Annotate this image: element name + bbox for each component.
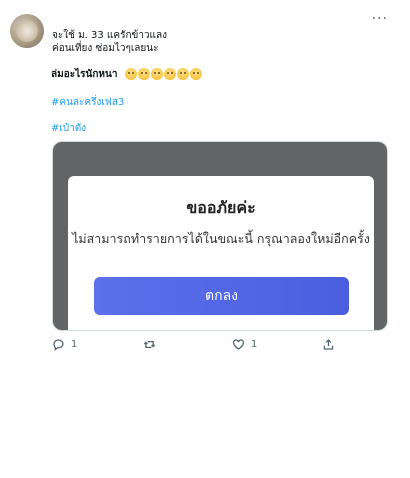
tweet-media-image[interactable]: ขออภัยค่ะ ไม่สามารถทำรายการได้ในขณะนี้ ก…: [52, 141, 388, 331]
share-button[interactable]: [322, 338, 335, 351]
face-emoji-icon: [124, 68, 137, 80]
face-emoji-icon: [137, 68, 150, 80]
hashtag-link[interactable]: #เป๋าตัง: [51, 122, 86, 136]
tweet-text-line1: จะใช้ ม. 33 แครักข้าวแลง: [52, 30, 168, 41]
retweet-button[interactable]: [143, 338, 162, 351]
more-icon[interactable]: ···: [372, 12, 388, 26]
face-emoji-icon: [150, 68, 163, 80]
like-icon: [232, 339, 245, 350]
dialog-ok-button: ตกลง: [94, 277, 349, 315]
like-button[interactable]: 1: [232, 338, 257, 351]
tweet-body-text: ล่มอะไรนักหนา: [51, 69, 118, 80]
tweet-actions: 1 1: [0, 338, 410, 356]
tweet-card[interactable]: ··· จะใช้ ม. 33 แครักข้าวแลง ค่อนเที่ยง …: [0, 0, 410, 478]
avatar[interactable]: [10, 14, 44, 48]
reply-count: 1: [71, 339, 78, 350]
retweet-icon: [143, 341, 156, 348]
reply-button[interactable]: 1: [52, 338, 77, 351]
face-emoji-icon: [176, 68, 189, 80]
like-count: 1: [251, 339, 258, 350]
dialog-title: ขออภัยค่ะ: [186, 198, 256, 217]
reply-icon: [53, 339, 64, 351]
dialog-message: ไม่สามารถทำรายการได้ในขณะนี้ กรุณาลองใหม…: [72, 231, 370, 246]
tweet-body: ล่มอะไรนักหนา: [51, 68, 202, 82]
emoji-group: [124, 68, 202, 80]
tweet-text-line2: ค่อนเที่ยง ซ่อมไวๆเลยนะ: [52, 43, 159, 54]
hashtag-link[interactable]: #คนละครึ่งเฟส3: [51, 96, 124, 110]
share-icon: [323, 339, 334, 350]
error-dialog: ขออภัยค่ะ ไม่สามารถทำรายการได้ในขณะนี้ ก…: [68, 176, 374, 330]
face-emoji-icon: [189, 68, 202, 80]
face-emoji-icon: [163, 68, 176, 80]
